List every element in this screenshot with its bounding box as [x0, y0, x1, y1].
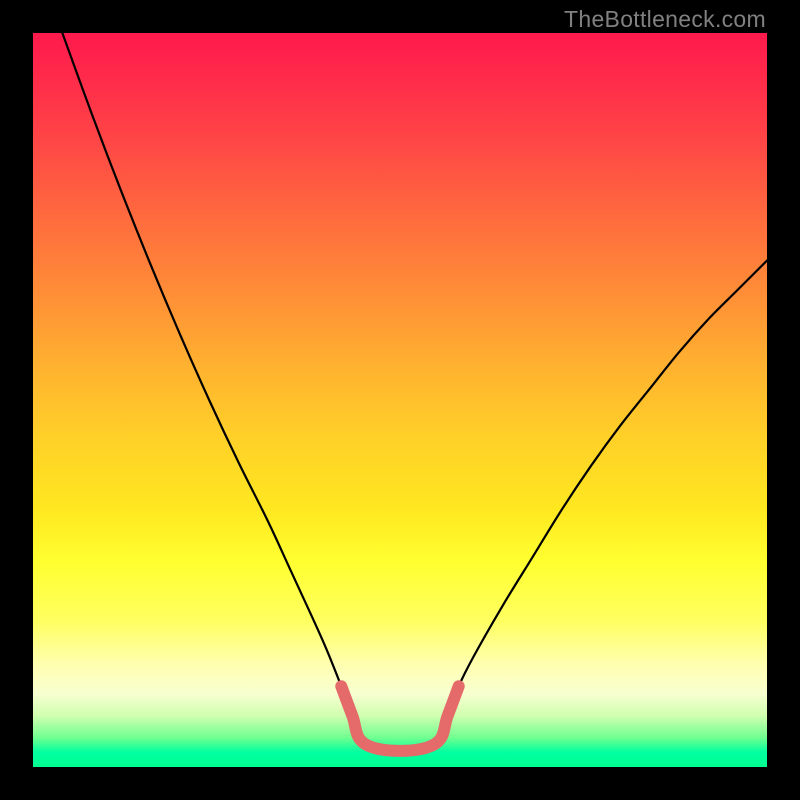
chart-svg — [33, 33, 767, 767]
attribution-text: TheBottleneck.com — [564, 6, 766, 33]
optimal-segment — [341, 686, 458, 751]
bottleneck-curve — [62, 33, 767, 751]
